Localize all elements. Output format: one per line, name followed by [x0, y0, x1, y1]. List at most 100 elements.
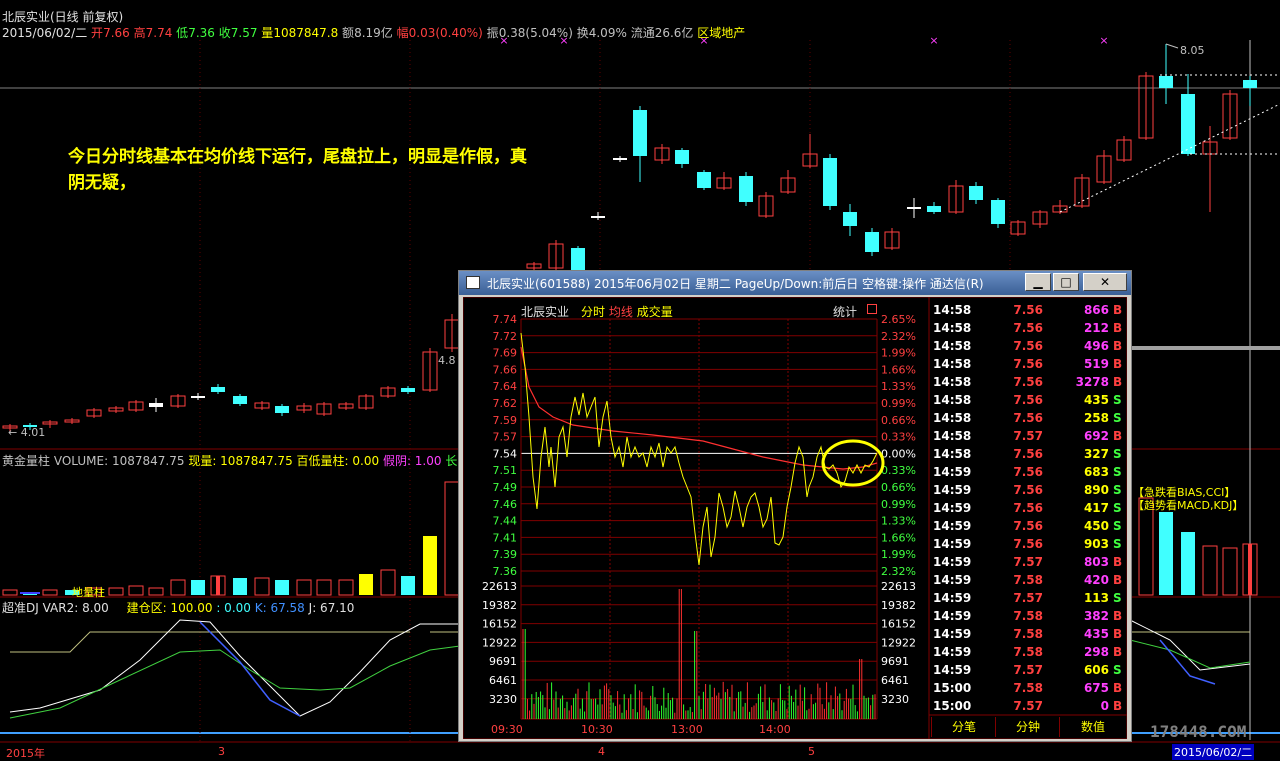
- vol-tick-r-6: 3230: [881, 693, 909, 706]
- tick-row: 14:59 7.56 890 S: [933, 481, 1125, 499]
- low-price-value: 4.01: [20, 426, 46, 439]
- time-label-3: 14:00: [759, 723, 791, 736]
- annotation-text: 今日分时线基本在均价线下运行，尾盘拉上，明显是作假，真阴无疑，: [68, 147, 527, 193]
- volume-indicator-fake: 假阴: 1.00: [382, 454, 442, 468]
- high-value: 7.74: [145, 26, 173, 40]
- candle-body-38: [865, 232, 879, 252]
- kdj-indicator-header[interactable]: 超准DJ VAR2: 8.00 建仓区: 100.00 : 0.00 K: 67…: [2, 599, 354, 616]
- tick-side: B: [1113, 609, 1123, 623]
- tab-fenzhong[interactable]: 分钟: [995, 717, 1060, 737]
- close-button[interactable]: ✕: [1083, 273, 1127, 291]
- sector-label[interactable]: 区域地产: [697, 26, 745, 40]
- tick-price: 7.56: [1013, 411, 1043, 425]
- tick-volume: 683: [1083, 465, 1109, 479]
- pct-tick-14: 1.99%: [881, 548, 916, 561]
- tick-volume: 803: [1083, 555, 1109, 569]
- volume-indicator-now: 现量: 1087847.75: [188, 454, 293, 468]
- time-axis-5: 5: [808, 745, 815, 758]
- candle-body-27: [633, 110, 647, 156]
- tick-price: 7.56: [1013, 393, 1043, 407]
- tick-side: B: [1113, 357, 1123, 371]
- pct-tick-3: 1.66%: [881, 363, 916, 376]
- tick-side: S: [1113, 447, 1122, 461]
- tick-side: B: [1113, 645, 1123, 659]
- float-label: 流通: [630, 26, 655, 40]
- volume-indicator-volume: VOLUME: 1087847.75: [53, 454, 185, 468]
- intraday-window[interactable]: 北辰实业(601588) 2015年06月02日 星期二 PageUp/Down…: [458, 270, 1132, 742]
- tick-volume: 435: [1083, 393, 1109, 407]
- tick-time: 14:59: [933, 663, 972, 677]
- minimize-button[interactable]: ▁: [1025, 273, 1051, 291]
- high-pointer: [1165, 43, 1179, 49]
- tick-side: S: [1113, 537, 1122, 551]
- vol-tick-r-3: 12922: [881, 636, 916, 649]
- volume-indicator-header[interactable]: 黄金量柱 VOLUME: 1087847.75 现量: 1087847.75 百…: [2, 452, 469, 469]
- tick-row: 14:59 7.56 683 S: [933, 463, 1125, 481]
- candle-body-41: [927, 206, 941, 212]
- volume-bar-23: [1159, 512, 1173, 595]
- kdj-k-line: [199, 621, 301, 717]
- maximize-button[interactable]: □: [1053, 273, 1079, 291]
- tab-fenbi[interactable]: 分笔: [931, 717, 996, 737]
- tick-row: 14:58 7.56 212 B: [933, 319, 1125, 337]
- tick-volume: 382: [1083, 609, 1109, 623]
- volume-indicator-title: 黄金量柱: [2, 454, 51, 468]
- kdj-dot: : 0.00: [216, 601, 251, 615]
- volume-bar-15: [316, 579, 332, 596]
- pct-tick-2: 1.99%: [881, 347, 916, 360]
- vol-tick-r-4: 9691: [881, 655, 909, 668]
- tick-volume: 417: [1083, 501, 1109, 515]
- tick-price: 7.57: [1013, 555, 1043, 569]
- high-label: 高: [133, 26, 146, 40]
- volume-bar-6: [128, 585, 144, 596]
- price-tick-14: 7.39: [493, 548, 518, 561]
- tick-row: 14:58 7.56 3278 B: [933, 373, 1125, 391]
- tick-side: S: [1113, 519, 1122, 533]
- volume-bar-20: [423, 536, 437, 595]
- volume-bar-24: [1181, 532, 1195, 595]
- tick-side: S: [1113, 393, 1122, 407]
- tick-price: 7.56: [1013, 321, 1043, 335]
- price-tick-10: 7.49: [493, 481, 518, 494]
- tick-time: 14:58: [933, 339, 972, 353]
- vol-tick-r-5: 6461: [881, 674, 909, 687]
- volume-bar-19: [401, 576, 415, 595]
- stat-button[interactable]: 统计: [833, 303, 857, 320]
- tick-row: 14:59 7.57 803 B: [933, 553, 1125, 571]
- price-tick-6: 7.59: [493, 414, 518, 427]
- current-date-box: 2015/06/02/二: [1172, 744, 1255, 760]
- price-tick-1: 7.72: [493, 330, 518, 343]
- candle-body-10: [211, 387, 225, 392]
- price-tick-3: 7.66: [493, 363, 518, 376]
- tick-price: 7.57: [1013, 429, 1043, 443]
- tick-time: 14:58: [933, 303, 972, 317]
- float-value: 26.6亿: [654, 26, 694, 40]
- candle-body-29: [675, 150, 689, 164]
- tick-volume: 420: [1083, 573, 1109, 587]
- tick-volume: 212: [1083, 321, 1109, 335]
- vol-tick-l-3: 12922: [482, 636, 517, 649]
- high-price-label: 8.05: [1180, 44, 1205, 57]
- tick-side: S: [1113, 591, 1122, 605]
- candle-body-52: [1159, 76, 1173, 88]
- stat-box-icon[interactable]: [867, 304, 877, 314]
- kdj-j: J: 67.10: [308, 601, 355, 615]
- tick-volume: 113: [1083, 591, 1109, 605]
- open-value: 7.66: [103, 26, 130, 40]
- volume-bar-25: [1202, 545, 1218, 596]
- tab-shuzhi[interactable]: 数值: [1059, 717, 1126, 737]
- volume-label: 量: [261, 26, 274, 40]
- tick-time: 14:59: [933, 465, 972, 479]
- pct-tick-8: 0.00%: [881, 447, 916, 460]
- close-label: 收: [218, 26, 231, 40]
- tick-price: 7.56: [1013, 501, 1043, 515]
- change-label: 幅: [396, 26, 409, 40]
- tick-volume: 519: [1083, 357, 1109, 371]
- tick-time: 14:59: [933, 537, 972, 551]
- candle-body-44: [991, 200, 1005, 224]
- tick-volume: 890: [1083, 483, 1109, 497]
- volume-bar-21: [444, 481, 460, 596]
- window-titlebar[interactable]: 北辰实业(601588) 2015年06月02日 星期二 PageUp/Down…: [459, 271, 1131, 295]
- time-label-0: 09:30: [491, 723, 523, 736]
- tick-time: 14:58: [933, 447, 972, 461]
